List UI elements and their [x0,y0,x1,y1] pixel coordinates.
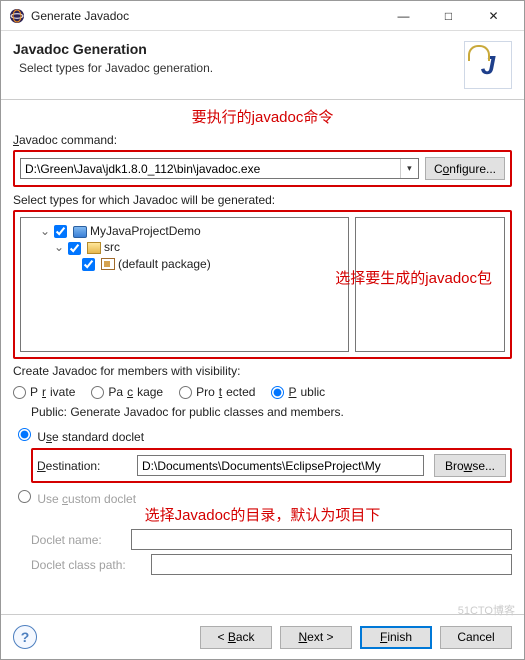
doclet-path-row: Doclet class path: [31,554,512,575]
back-button[interactable]: < Back [200,626,272,649]
expand-toggle-icon[interactable]: ⌄ [53,240,65,254]
radio-standard-doclet[interactable]: Use standard doclet [13,430,144,444]
finish-button[interactable]: Finish [360,626,432,649]
banner-subtitle: Select types for Javadoc generation. [13,61,464,75]
maximize-button[interactable]: □ [426,1,471,30]
visibility-radio-group: Private Package Protected Public [13,381,512,403]
minimize-button[interactable]: — [381,1,426,30]
doclet-path-label: Doclet class path: [31,558,141,572]
tree-checkbox[interactable] [54,225,67,238]
destination-highlight: Destination: Browse... [31,448,512,483]
tree-label: src [104,240,120,254]
javadoc-icon: J [464,41,512,89]
annotation-command: 要执行的javadoc命令 [13,106,512,127]
titlebar[interactable]: Generate Javadoc — □ ✕ [1,1,524,31]
doclet-path-input [151,554,512,575]
radio-public[interactable]: Public [271,385,325,399]
eclipse-icon [9,8,25,24]
select-types-label: Select types for which Javadoc will be g… [13,193,512,207]
javadoc-command-combo[interactable]: ▾ [20,158,419,179]
chevron-down-icon[interactable]: ▾ [400,159,418,178]
radio-private[interactable]: Private [13,385,75,399]
project-icon [73,226,87,238]
dialog-window: Generate Javadoc — □ ✕ Javadoc Generatio… [0,0,525,660]
annotation-types: 选择要生成的javadoc包 [13,267,512,288]
javadoc-command-label: Javadoc command: [13,133,512,147]
banner: Javadoc Generation Select types for Java… [1,31,524,100]
browse-button[interactable]: Browse... [434,454,506,477]
banner-heading: Javadoc Generation [13,41,464,57]
content-area: 要执行的javadoc命令 Javadoc command: ▾ Configu… [1,100,524,614]
configure-button[interactable]: Configure... [425,157,505,180]
radio-protected[interactable]: Protected [179,385,255,399]
window-title: Generate Javadoc [31,9,381,23]
close-button[interactable]: ✕ [471,1,516,30]
next-button[interactable]: Next > [280,626,352,649]
doclet-name-label: Doclet name: [31,533,121,547]
doclet-group: Use standard doclet Destination: Browse.… [13,425,512,579]
folder-icon [87,242,101,254]
tree-checkbox[interactable] [68,242,81,255]
annotation-destination: 选择Javadoc的目录，默认为项目下 [13,504,512,525]
destination-label: Destination: [37,459,127,473]
expand-toggle-icon[interactable]: ⌄ [39,224,51,238]
command-section-highlight: ▾ Configure... [13,150,512,187]
help-button[interactable]: ? [13,625,37,649]
tree-label: MyJavaProjectDemo [90,224,201,238]
radio-package[interactable]: Package [91,385,163,399]
cancel-button[interactable]: Cancel [440,626,512,649]
visibility-description: Public: Generate Javadoc for public clas… [13,403,512,425]
visibility-label: Create Javadoc for members with visibili… [13,364,512,378]
doclet-name-input [131,529,512,550]
button-bar: ? < Back Next > Finish Cancel [1,614,524,659]
doclet-name-row: Doclet name: [31,529,512,550]
destination-input[interactable] [137,455,424,476]
javadoc-command-input[interactable] [21,159,400,178]
